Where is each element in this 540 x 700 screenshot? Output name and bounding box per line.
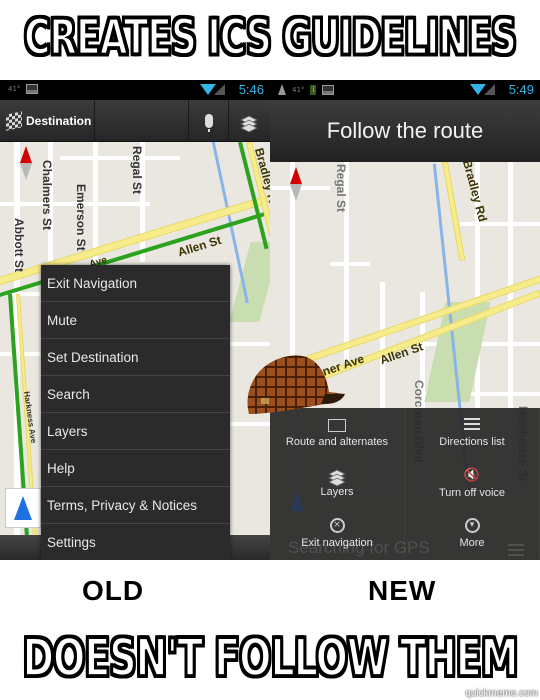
street-label: Chalmers St — [40, 160, 54, 231]
top-caption: CREATES ICS GUIDELINES — [23, 9, 518, 67]
turn-off-voice-button[interactable]: 🔇 Turn off voice — [405, 458, 540, 508]
street-label: Emerson St — [74, 184, 88, 251]
signal-icon — [484, 84, 495, 95]
panel-label: Exit navigation — [301, 536, 373, 549]
temperature: 41° — [8, 85, 21, 93]
layers-icon — [328, 468, 346, 487]
status-time: 5:46 — [238, 82, 264, 97]
menu-item-mute[interactable]: Mute — [41, 302, 230, 339]
compass-icon[interactable] — [20, 146, 32, 180]
street-label: Abbott St — [12, 218, 26, 272]
signal-icon — [214, 84, 225, 95]
menu-item-terms[interactable]: Terms, Privacy & Notices — [41, 487, 230, 524]
microphone-icon — [204, 114, 213, 132]
menu-item-exit-navigation[interactable]: Exit Navigation — [41, 265, 230, 302]
layers-button[interactable]: Layers — [270, 458, 405, 508]
image-notification-icon — [26, 84, 39, 94]
bottom-caption: DOESN'T FOLLOW THEM — [21, 627, 519, 689]
screen-title: Follow the route — [326, 118, 484, 143]
menu-item-set-destination[interactable]: Set Destination — [41, 339, 230, 376]
action-bar: Destination — [0, 100, 270, 142]
chevron-down-circle-icon: ▾ — [464, 517, 480, 533]
overflow-menu: Exit Navigation Mute Set Destination Sea… — [41, 265, 230, 560]
scumbag-hat-icon — [247, 355, 345, 414]
panel-label: Directions list — [439, 436, 505, 448]
status-bar: 41° 5:46 — [0, 80, 270, 100]
mute-speaker-icon: 🔇 — [463, 467, 481, 483]
my-location-button[interactable] — [5, 488, 41, 528]
status-bar: 41° i 5:49 — [270, 80, 540, 100]
route-map-icon — [328, 418, 346, 432]
more-button[interactable]: ▾ More — [405, 508, 540, 558]
street-label: Regal St — [334, 164, 348, 213]
close-circle-icon: × — [329, 517, 345, 533]
watermark: quickmeme.com — [465, 688, 538, 699]
destination-label: Destination — [26, 114, 92, 128]
panel-label: Route and alternates — [285, 435, 389, 448]
navigation-arrow-icon — [14, 496, 32, 520]
image-notification-icon — [322, 84, 335, 95]
action-bar: Follow the route — [270, 100, 540, 162]
panel-label: Turn off voice — [438, 487, 506, 499]
street-label: Bradley Rd — [460, 158, 490, 224]
menu-item-settings[interactable]: Settings — [41, 524, 230, 560]
info-notification-icon: i — [310, 84, 317, 95]
menu-item-layers[interactable]: Layers — [41, 413, 230, 450]
layers-button[interactable] — [228, 100, 268, 142]
old-label: OLD — [82, 575, 145, 606]
layers-icon — [240, 114, 257, 133]
directions-list-button[interactable]: Directions list — [405, 408, 540, 458]
status-time: 5:49 — [508, 82, 534, 97]
menu-item-help[interactable]: Help — [41, 450, 230, 487]
navigation-notification-icon — [278, 84, 286, 95]
options-panel: Searching for GPS Route and alternates D… — [270, 408, 540, 560]
checkered-flag-icon — [6, 111, 22, 131]
temperature: 41° — [292, 85, 305, 94]
new-navigation-screen: Regal St Bradley Rd Sumner Ave Allen St … — [270, 80, 540, 560]
panel-label: Layers — [320, 486, 354, 498]
voice-search-button[interactable] — [188, 100, 228, 142]
panel-label: More — [459, 536, 485, 549]
compass-icon[interactable] — [290, 167, 302, 201]
exit-navigation-button[interactable]: × Exit navigation — [270, 508, 405, 558]
list-icon — [464, 418, 480, 432]
destination-button[interactable]: Destination — [0, 100, 95, 142]
menu-item-search[interactable]: Search — [41, 376, 230, 413]
street-label: Regal St — [130, 146, 144, 195]
old-navigation-screen: Regal St Chalmers St Emerson St Abbott S… — [0, 80, 270, 560]
new-label: NEW — [368, 575, 437, 606]
